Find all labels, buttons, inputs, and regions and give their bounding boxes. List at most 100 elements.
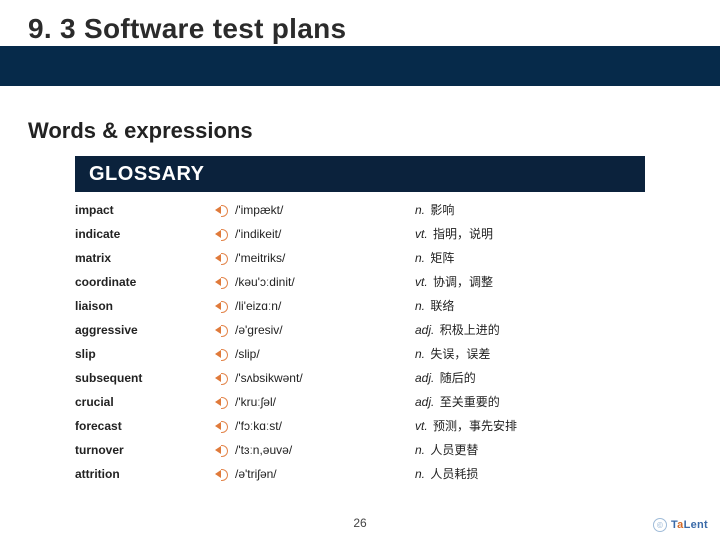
speaker-icon [215,444,229,456]
speaker-icon [215,420,229,432]
table-row: subsequent /'sʌbsikwənt/adj. 随后的 [75,366,645,390]
ipa-text: /'impækt/ [235,198,283,222]
ipa-cell: /'tɜːn,əuvə/ [215,438,415,462]
page-title: 9. 3 Software test plans [28,13,346,45]
definition-cell: n. 影响 [415,198,645,222]
glossary-table: impact /'impækt/n. 影响 indicate /'indikeit/v… [75,198,645,486]
speaker-icon [215,348,229,360]
table-row: turnover /'tɜːn,əuvə/n. 人员更替 [75,438,645,462]
definition-text: 至关重要的 [440,395,500,409]
table-row: forecast /'fɔːkɑːst/vt. 预测，事先安排 [75,414,645,438]
ipa-text: /'fɔːkɑːst/ [235,414,282,438]
ipa-text: /slip/ [235,342,260,366]
term-cell: crucial [75,390,215,414]
brand-logo: TaLent [671,519,708,531]
speaker-icon [215,324,229,336]
term-cell: indicate [75,222,215,246]
pos-label: n. [415,299,425,313]
term-cell: liaison [75,294,215,318]
term-cell: coordinate [75,270,215,294]
ipa-cell: /kəu'ɔːdinit/ [215,270,415,294]
brand-footer: TaLent [653,518,708,532]
speaker-icon [215,396,229,408]
pos-label: adj. [415,323,434,337]
ipa-cell: /'indikeit/ [215,222,415,246]
term-cell: matrix [75,246,215,270]
definition-cell: adj. 随后的 [415,366,645,390]
term-cell: forecast [75,414,215,438]
table-row: attrition/ə'triʃən/n. 人员耗损 [75,462,645,486]
definition-cell: n. 矩阵 [415,246,645,270]
ipa-text: /ə'triʃən/ [235,462,277,486]
pos-label: vt. [415,275,428,289]
speaker-icon [215,252,229,264]
definition-text: 指明，说明 [433,227,493,241]
ipa-text: /'tɜːn,əuvə/ [235,438,292,462]
definition-cell: n. 人员耗损 [415,462,645,486]
definition-text: 人员耗损 [430,467,478,481]
term-cell: turnover [75,438,215,462]
definition-cell: vt. 协调，调整 [415,270,645,294]
pos-label: n. [415,251,425,265]
ipa-cell: /'sʌbsikwənt/ [215,366,415,390]
speaker-icon [215,204,229,216]
ipa-cell: /'kruːʃəl/ [215,390,415,414]
ipa-cell: /ə'gresiv/ [215,318,415,342]
definition-text: 预测，事先安排 [433,419,517,433]
ipa-text: /'kruːʃəl/ [235,390,276,414]
term-cell: aggressive [75,318,215,342]
ipa-cell: /'meitriks/ [215,246,415,270]
pos-label: n. [415,203,425,217]
pos-label: n. [415,467,425,481]
speaker-icon [215,372,229,384]
definition-text: 协调，调整 [433,275,493,289]
table-row: slip/slip/n. 失误，误差 [75,342,645,366]
ipa-cell: /slip/ [215,342,415,366]
ipa-cell: /'impækt/ [215,198,415,222]
definition-cell: n. 失误，误差 [415,342,645,366]
brand-mark-icon [653,518,667,532]
definition-text: 人员更替 [430,443,478,457]
speaker-icon [215,468,229,480]
ipa-text: /ə'gresiv/ [235,318,283,342]
pos-label: n. [415,347,425,361]
pos-label: n. [415,443,425,457]
glossary-heading: GLOSSARY [75,156,645,192]
definition-text: 联络 [430,299,454,313]
ipa-text: /li'eizɑːn/ [235,294,281,318]
ipa-text: /'indikeit/ [235,222,281,246]
term-cell: slip [75,342,215,366]
pos-label: vt. [415,227,428,241]
definition-cell: vt. 预测，事先安排 [415,414,645,438]
ipa-text: /'sʌbsikwənt/ [235,366,303,390]
table-row: crucial /'kruːʃəl/adj. 至关重要的 [75,390,645,414]
definition-cell: adj. 至关重要的 [415,390,645,414]
definition-cell: n. 人员更替 [415,438,645,462]
table-row: matrix /'meitriks/n. 矩阵 [75,246,645,270]
table-row: aggressive/ə'gresiv/adj. 积极上进的 [75,318,645,342]
pos-label: vt. [415,419,428,433]
ipa-cell: /'fɔːkɑːst/ [215,414,415,438]
definition-cell: vt. 指明，说明 [415,222,645,246]
definition-text: 失误，误差 [430,347,490,361]
term-cell: impact [75,198,215,222]
speaker-icon [215,276,229,288]
title-bar-bg [0,46,720,86]
term-cell: attrition [75,462,215,486]
table-row: coordinate/kəu'ɔːdinit/vt. 协调，调整 [75,270,645,294]
speaker-icon [215,300,229,312]
pos-label: adj. [415,371,434,385]
term-cell: subsequent [75,366,215,390]
page-number: 26 [0,516,720,530]
ipa-cell: /ə'triʃən/ [215,462,415,486]
table-row: liaison/li'eizɑːn/n. 联络 [75,294,645,318]
definition-text: 影响 [430,203,454,217]
brand-lent: Lent [684,519,708,531]
ipa-cell: /li'eizɑːn/ [215,294,415,318]
table-row: indicate /'indikeit/vt. 指明，说明 [75,222,645,246]
definition-text: 积极上进的 [440,323,500,337]
speaker-icon [215,228,229,240]
definition-cell: adj. 积极上进的 [415,318,645,342]
page-subtitle: Words & expressions [28,118,253,144]
ipa-text: /'meitriks/ [235,246,285,270]
